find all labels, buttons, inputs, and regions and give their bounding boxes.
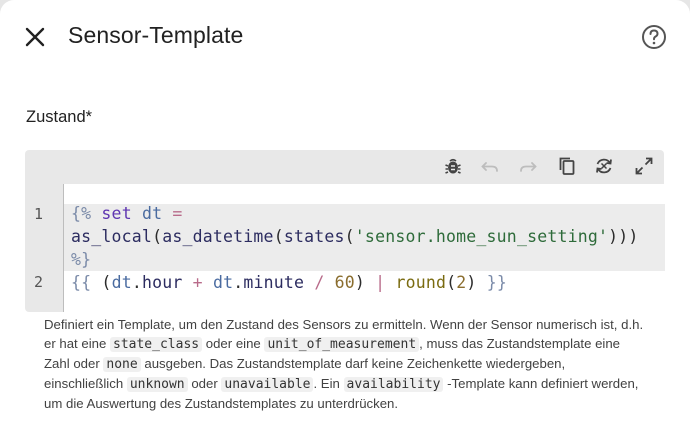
tok: set [101, 204, 132, 223]
tok: }} [486, 273, 507, 292]
tok: hour [141, 273, 183, 292]
tok: | [375, 273, 386, 292]
template-code-editor[interactable]: 1 2 {% set dt = as_local(as_datetime(sta… [25, 150, 665, 312]
copy-icon[interactable] [556, 155, 578, 177]
tok: round [395, 273, 447, 292]
tok: = [172, 204, 183, 223]
helper-code: none [103, 357, 141, 372]
refresh-render-icon[interactable] [593, 155, 615, 177]
sensor-template-dialog: Sensor-Template Zustand* 1 2 {% set dt =… [0, 0, 690, 439]
close-button[interactable] [22, 24, 48, 50]
code-line-1a: {% set dt = [71, 204, 183, 223]
helper-code: unavailable [221, 377, 314, 392]
helper-segment: . Ein [313, 376, 340, 391]
code-area[interactable]: 1 2 {% set dt = as_local(as_datetime(sta… [34, 184, 665, 312]
helper-code: unit_of_measurement [264, 337, 420, 352]
tok: + [192, 273, 203, 292]
editor-toolbar [25, 150, 664, 183]
help-button[interactable] [640, 23, 668, 51]
code-line-1b: as_local(as_datetime(states('sensor.home… [71, 227, 639, 246]
code-line-2: {{ (dt.hour + dt.minute / 60) | round(2)… [71, 273, 507, 292]
helper-text: Definiert ein Template, um den Zustand d… [44, 315, 644, 413]
tok: %} [71, 250, 92, 269]
dialog-header: Sensor-Template [0, 0, 690, 72]
tok: dt [212, 273, 234, 292]
helper-segment: oder eine [205, 336, 261, 351]
undo-icon[interactable] [479, 155, 501, 177]
helper-code: unknown [126, 377, 188, 392]
tok: states [283, 227, 345, 246]
tok: ))) [608, 227, 639, 246]
tok: 'sensor.home_sun_setting' [354, 227, 609, 246]
redo-icon[interactable] [517, 155, 539, 177]
close-icon [25, 27, 45, 47]
dialog-title: Sensor-Template [68, 22, 244, 48]
helper-code: availability [343, 377, 444, 392]
bug-icon[interactable] [442, 155, 464, 177]
tok: dt [141, 204, 163, 223]
tok: as_local [71, 227, 153, 246]
tok: {{ [71, 273, 92, 292]
code-line-1c: %} [71, 250, 91, 269]
helper-segment: oder [191, 376, 218, 391]
state-field-label: Zustand* [26, 108, 93, 126]
tok: 2 [456, 273, 467, 292]
tok: minute [243, 273, 305, 292]
line-number-1: 1 [34, 205, 44, 223]
fullscreen-icon[interactable] [633, 155, 655, 177]
tok: dt [111, 273, 132, 292]
tok: as_datetime [162, 227, 274, 246]
help-circle-icon [642, 25, 666, 49]
tok: / [314, 273, 325, 292]
helper-code: state_class [110, 337, 203, 352]
line-number-2: 2 [34, 273, 44, 291]
tok: 60 [334, 273, 355, 292]
tok: {% [71, 204, 92, 223]
